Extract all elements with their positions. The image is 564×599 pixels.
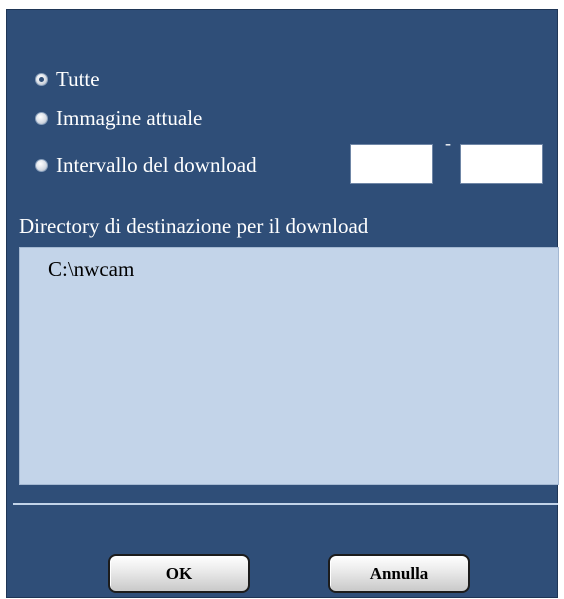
radio-option-all[interactable]: Tutte bbox=[35, 64, 100, 94]
download-dialog: Tutte Immagine attuale Intervallo del do… bbox=[6, 9, 559, 598]
destination-directory-path: C:\nwcam bbox=[48, 257, 135, 281]
radio-option-all-label: Tutte bbox=[56, 66, 100, 91]
cancel-button[interactable]: Annulla bbox=[328, 554, 470, 593]
radio-button-icon[interactable] bbox=[35, 111, 48, 125]
range-separator: - bbox=[445, 133, 451, 153]
radio-option-current-image[interactable]: Immagine attuale bbox=[35, 103, 202, 133]
ok-button[interactable]: OK bbox=[108, 554, 250, 593]
radio-option-download-range[interactable]: Intervallo del download bbox=[35, 150, 257, 180]
range-start-field[interactable] bbox=[350, 144, 433, 184]
radio-button-icon[interactable] bbox=[35, 158, 48, 172]
radio-button-checked-icon[interactable] bbox=[35, 72, 48, 86]
range-end-field[interactable] bbox=[460, 144, 543, 184]
radio-option-current-image-label: Immagine attuale bbox=[56, 105, 203, 130]
divider bbox=[13, 503, 558, 505]
destination-directory-field[interactable]: C:\nwcam bbox=[19, 247, 559, 485]
radio-option-download-range-label: Intervallo del download bbox=[56, 152, 257, 177]
destination-directory-label: Directory di destinazione per il downloa… bbox=[19, 214, 369, 238]
